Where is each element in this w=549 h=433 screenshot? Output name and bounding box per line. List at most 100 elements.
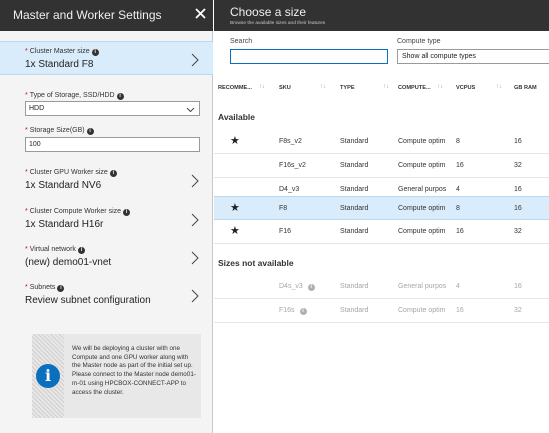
cell-compute: General purpos	[398, 186, 447, 193]
storage-size-field: * Storage Size(GB) i 100	[0, 124, 213, 154]
field-label: Subnets	[29, 284, 56, 291]
field-label: Cluster GPU Worker size	[29, 169, 108, 176]
chevron-down-icon	[186, 105, 195, 118]
cell-sku: D4_v3	[279, 186, 300, 193]
info-circle-icon: i	[36, 364, 60, 388]
cell-ram: 32	[514, 162, 522, 169]
select-value: HDD	[29, 105, 45, 112]
cell-vcpus: 8	[456, 138, 460, 145]
required-marker: *	[25, 127, 28, 134]
cell-type: Standard	[340, 186, 369, 193]
cell-ram: 16	[514, 205, 522, 212]
cell-sku: D4s_v3	[279, 283, 303, 290]
cell-ram: 32	[514, 307, 522, 314]
cell-vcpus: 16	[456, 307, 464, 314]
compute-type-select[interactable]: Show all compute types	[397, 49, 549, 64]
storage-size-input[interactable]: 100	[25, 137, 200, 152]
size-picker-header: Choose a size Browse the available sizes…	[214, 0, 549, 31]
section-heading-unavailable: Sizes not available	[218, 258, 294, 268]
cell-sku: F16	[279, 228, 292, 235]
info-icon[interactable]: i	[116, 93, 124, 100]
cell-ram: 32	[514, 228, 522, 235]
required-marker: *	[25, 169, 28, 176]
sort-icon[interactable]: ↑↓	[496, 84, 502, 90]
table-row[interactable]: ★ F16 Standard Compute optim 16 32	[214, 220, 549, 244]
table-row[interactable]: ★ F8s_v2 Standard Compute optim 8 16	[214, 130, 549, 154]
section-heading-available: Available	[218, 112, 256, 122]
chevron-right-icon	[191, 213, 199, 227]
info-message-box: i We will be deploying a cluster with on…	[32, 334, 201, 418]
cell-type: Standard	[340, 283, 369, 290]
table-row-unavailable: D4s_v3 i Standard General purpos 4 16	[214, 275, 549, 299]
table-row-unavailable: F16s i Standard Compute optim 16 32	[214, 299, 549, 323]
cell-vcpus: 16	[456, 162, 464, 169]
storage-type-select[interactable]: HDD	[25, 101, 200, 116]
sort-icon[interactable]: ↑↓	[320, 84, 326, 90]
column-header-sku[interactable]: SKU	[279, 85, 291, 91]
table-row-selected[interactable]: ★ F8 Standard Compute optim 8 16	[214, 196, 549, 220]
field-label: Storage Size(GB)	[29, 127, 85, 134]
chevron-right-icon	[191, 289, 199, 303]
settings-panel-title: Master and Worker Settings	[13, 8, 162, 22]
chevron-right-icon	[191, 174, 199, 188]
field-value: 1x Standard F8	[25, 59, 94, 70]
info-icon[interactable]: i	[123, 209, 131, 216]
info-icon[interactable]: i	[109, 170, 117, 177]
required-marker: *	[25, 48, 28, 55]
sort-icon[interactable]: ↑↓	[259, 84, 265, 90]
star-icon: ★	[230, 225, 240, 237]
required-marker: *	[25, 92, 28, 99]
settings-panel-header: Master and Worker Settings	[0, 0, 213, 31]
column-header-recommended[interactable]: RECOMME...	[218, 85, 252, 91]
column-header-ram[interactable]: GB RAM	[514, 85, 537, 91]
info-icon[interactable]: i	[86, 128, 94, 135]
close-icon[interactable]	[193, 4, 209, 24]
info-icon[interactable]: i	[77, 247, 85, 254]
info-icon[interactable]: i	[57, 285, 65, 292]
cell-vcpus: 8	[456, 205, 460, 212]
column-header-vcpus[interactable]: VCPUS	[456, 85, 475, 91]
cell-compute: General purpos	[398, 283, 447, 290]
info-icon[interactable]: i	[91, 49, 99, 56]
table-row[interactable]: F16s_v2 Standard Compute optim 16 32	[214, 154, 549, 178]
cell-compute: Compute optim	[398, 307, 446, 314]
cell-ram: 16	[514, 138, 522, 145]
column-header-compute[interactable]: COMPUTE...	[398, 85, 431, 91]
cell-type: Standard	[340, 138, 369, 145]
cell-sku: F8s_v2	[279, 138, 302, 145]
cell-ram: 16	[514, 283, 522, 290]
cell-type: Standard	[340, 228, 369, 235]
size-picker-subtitle: Browse the available sizes and their fea…	[230, 21, 326, 26]
cell-sku: F16s_v2	[279, 162, 306, 169]
cell-compute: Compute optim	[398, 228, 446, 235]
settings-panel: Master and Worker Settings * Cluster Mast…	[0, 0, 213, 433]
chevron-right-icon	[191, 251, 199, 265]
cell-compute: Compute optim	[398, 162, 446, 169]
field-value: Review subnet configuration	[25, 295, 151, 306]
info-icon[interactable]: i	[299, 308, 307, 315]
info-icon[interactable]: i	[307, 284, 315, 291]
search-label: Search	[230, 38, 253, 45]
cell-sku: F8	[279, 205, 288, 212]
cell-vcpus: 4	[456, 283, 460, 290]
cell-compute: Compute optim	[398, 205, 446, 212]
search-input[interactable]	[230, 49, 388, 64]
gpu-worker-size-field[interactable]: * Cluster GPU Worker size i 1x Standard NV…	[0, 163, 213, 197]
star-icon: ★	[230, 202, 240, 214]
sort-icon[interactable]: ↑↓	[383, 84, 389, 90]
sort-icon[interactable]: ↑↓	[437, 84, 443, 90]
virtual-network-field[interactable]: * Virtual network i (new) demo01-vnet	[0, 240, 213, 274]
cell-vcpus: 4	[456, 186, 460, 193]
field-label: Type of Storage, SSD/HDD	[29, 92, 115, 99]
compute-worker-size-field[interactable]: * Cluster Compute Worker size i 1x Standar…	[0, 202, 213, 236]
field-label: Cluster Master size	[29, 48, 90, 55]
cell-ram: 16	[514, 186, 522, 193]
column-header-type[interactable]: TYPE	[340, 85, 355, 91]
star-icon: ★	[230, 135, 240, 147]
info-message-text: We will be deploying a cluster with one …	[72, 345, 196, 396]
subnets-field[interactable]: * Subnets i Review subnet configuration	[0, 278, 213, 312]
cluster-master-size-field[interactable]: * Cluster Master size i 1x Standard F8	[0, 41, 213, 75]
cell-type: Standard	[340, 205, 369, 212]
chevron-right-icon	[191, 53, 199, 67]
size-picker-panel: Choose a size Browse the available sizes…	[214, 0, 549, 433]
